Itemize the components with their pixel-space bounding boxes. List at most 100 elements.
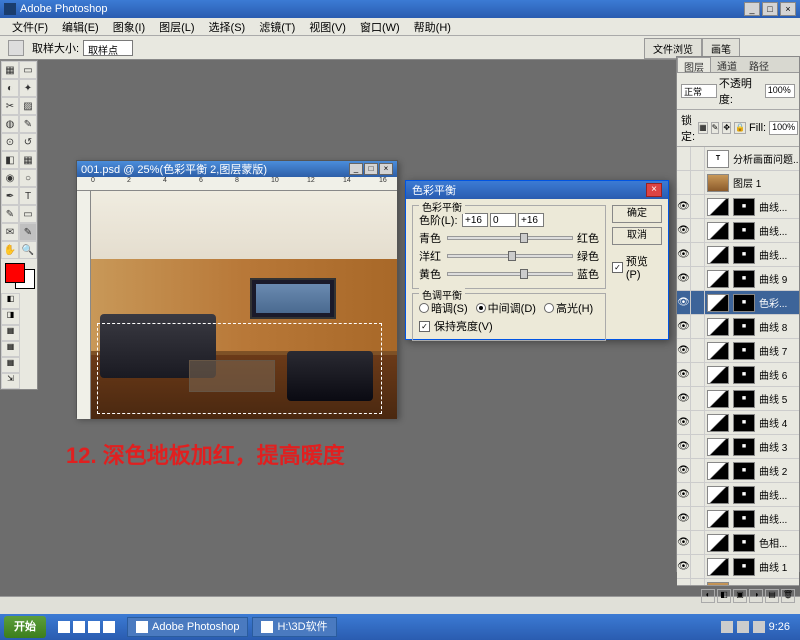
tool-history[interactable]: ↺ (19, 133, 37, 151)
fill-input[interactable]: 100% (769, 121, 798, 135)
layer-visibility-icon[interactable]: 👁 (677, 243, 691, 267)
tool-notes[interactable]: ✉ (1, 223, 19, 241)
tray-icon-1[interactable] (721, 621, 733, 633)
layer-row-7[interactable]: 👁■曲线 8 (677, 315, 799, 339)
magenta-green-slider[interactable] (447, 254, 573, 258)
system-tray[interactable]: 9:26 (715, 621, 796, 633)
layer-row-11[interactable]: 👁■曲线 4 (677, 411, 799, 435)
layer-visibility-icon[interactable]: 👁 (677, 219, 691, 243)
layer-visibility-icon[interactable]: 👁 (677, 339, 691, 363)
layer-visibility-icon[interactable]: 👁 (677, 291, 691, 315)
ruler-vertical[interactable] (77, 191, 91, 419)
tool-wand[interactable]: ✦ (19, 79, 37, 97)
new-layer-icon[interactable]: ▤ (765, 589, 779, 603)
tool-brush[interactable]: ✎ (19, 115, 37, 133)
doc-close-button[interactable]: × (379, 163, 393, 175)
quickmask-icon[interactable]: ◧ (1, 293, 20, 309)
quickmask-on-icon[interactable]: ◨ (1, 309, 20, 325)
layer-visibility-icon[interactable]: 👁 (677, 411, 691, 435)
layer-row-18[interactable]: 👁背景 (677, 579, 799, 585)
layer-row-4[interactable]: 👁■曲线... (677, 243, 799, 267)
close-button[interactable]: × (780, 2, 796, 16)
tool-slice[interactable]: ▨ (19, 97, 37, 115)
layer-visibility-icon[interactable] (677, 171, 691, 195)
document-titlebar[interactable]: 001.psd @ 25%(色彩平衡 2,图层蒙版) _ □ × (77, 161, 397, 177)
color-swatches[interactable] (3, 261, 37, 291)
adjustment-icon[interactable]: ◑ (749, 589, 763, 603)
layer-visibility-icon[interactable] (677, 147, 691, 171)
tool-zoom[interactable]: 🔍 (19, 241, 37, 259)
menu-image[interactable]: 图象(I) (107, 18, 151, 36)
layer-row-2[interactable]: 👁■曲线... (677, 195, 799, 219)
menu-filter[interactable]: 滤镜(T) (253, 18, 301, 36)
shadows-radio[interactable] (419, 303, 429, 313)
screenmode-1-icon[interactable]: ▦ (1, 325, 20, 341)
tab-channels[interactable]: 通道 (711, 57, 743, 72)
layer-visibility-icon[interactable]: 👁 (677, 483, 691, 507)
layer-row-15[interactable]: 👁■曲线... (677, 507, 799, 531)
tool-shape[interactable]: ▭ (19, 205, 37, 223)
tool-blur[interactable]: ◉ (1, 169, 19, 187)
menu-layer[interactable]: 图层(L) (153, 18, 200, 36)
layer-row-6[interactable]: 👁■色彩... (677, 291, 799, 315)
lock-all-icon[interactable]: 🔒 (734, 122, 746, 134)
layer-row-14[interactable]: 👁■曲线... (677, 483, 799, 507)
layer-row-13[interactable]: 👁■曲线 2 (677, 459, 799, 483)
ql-icon-4[interactable] (103, 621, 115, 633)
start-button[interactable]: 开始 (4, 616, 46, 638)
ruler-horizontal[interactable]: 0 2 4 6 8 10 12 14 16 (77, 177, 397, 191)
layer-row-12[interactable]: 👁■曲线 3 (677, 435, 799, 459)
minimize-button[interactable]: _ (744, 2, 760, 16)
ql-icon-2[interactable] (73, 621, 85, 633)
layer-visibility-icon[interactable]: 👁 (677, 315, 691, 339)
layer-visibility-icon[interactable]: 👁 (677, 459, 691, 483)
layer-row-10[interactable]: 👁■曲线 5 (677, 387, 799, 411)
screenmode-3-icon[interactable]: ▦ (1, 357, 20, 373)
lock-position-icon[interactable]: ✥ (722, 122, 731, 134)
sample-size-dropdown[interactable]: 取样点 (83, 40, 133, 56)
tool-lasso[interactable]: ◐ (1, 79, 19, 97)
layer-visibility-icon[interactable]: 👁 (677, 387, 691, 411)
level-magenta-green-input[interactable] (490, 213, 516, 227)
layer-visibility-icon[interactable]: 👁 (677, 267, 691, 291)
layer-visibility-icon[interactable]: 👁 (677, 195, 691, 219)
tool-eyedropper[interactable]: ✎ (19, 223, 37, 241)
layer-row-17[interactable]: 👁■曲线 1 (677, 555, 799, 579)
layer-row-5[interactable]: 👁■曲线 9 (677, 267, 799, 291)
dialog-close-button[interactable]: × (646, 183, 662, 197)
taskbar-item-explorer[interactable]: H:\3D软件 (252, 617, 336, 637)
tool-move[interactable]: ▦ (1, 61, 19, 79)
layer-style-icon[interactable]: ◐ (701, 589, 715, 603)
yellow-blue-slider[interactable] (447, 272, 573, 276)
tool-type[interactable]: T (19, 187, 37, 205)
tool-hand[interactable]: ✋ (1, 241, 19, 259)
doc-minimize-button[interactable]: _ (349, 163, 363, 175)
layer-row-16[interactable]: 👁■色相... (677, 531, 799, 555)
midtones-radio[interactable] (476, 303, 486, 313)
new-group-icon[interactable]: ▣ (733, 589, 747, 603)
ql-icon-3[interactable] (88, 621, 100, 633)
highlights-radio[interactable] (544, 303, 554, 313)
taskbar-item-photoshop[interactable]: Adobe Photoshop (127, 617, 248, 637)
layer-list[interactable]: T分析画面问题...图层 1👁■曲线...👁■曲线...👁■曲线...👁■曲线 … (677, 147, 799, 585)
jump-icon[interactable]: ⇲ (1, 373, 20, 389)
tool-eraser[interactable]: ◧ (1, 151, 19, 169)
doc-maximize-button[interactable]: □ (364, 163, 378, 175)
layer-row-8[interactable]: 👁■曲线 7 (677, 339, 799, 363)
tray-icon-3[interactable] (753, 621, 765, 633)
preview-checkbox[interactable]: ✓ (612, 262, 623, 273)
layer-visibility-icon[interactable]: 👁 (677, 435, 691, 459)
dialog-titlebar[interactable]: 色彩平衡 × (406, 181, 668, 199)
tab-layers[interactable]: 图层 (677, 57, 711, 72)
tool-gradient[interactable]: ▦ (19, 151, 37, 169)
lock-transparency-icon[interactable]: ▦ (698, 122, 708, 134)
foreground-color[interactable] (5, 263, 25, 283)
screenmode-2-icon[interactable]: ▦ (1, 341, 20, 357)
quick-launch[interactable] (50, 617, 123, 637)
layer-visibility-icon[interactable]: 👁 (677, 555, 691, 579)
blend-mode-dropdown[interactable]: 正常 (681, 84, 717, 98)
layer-mask-icon[interactable]: ◧ (717, 589, 731, 603)
layer-visibility-icon[interactable]: 👁 (677, 579, 691, 586)
menu-window[interactable]: 窗口(W) (354, 18, 406, 36)
layer-visibility-icon[interactable]: 👁 (677, 507, 691, 531)
